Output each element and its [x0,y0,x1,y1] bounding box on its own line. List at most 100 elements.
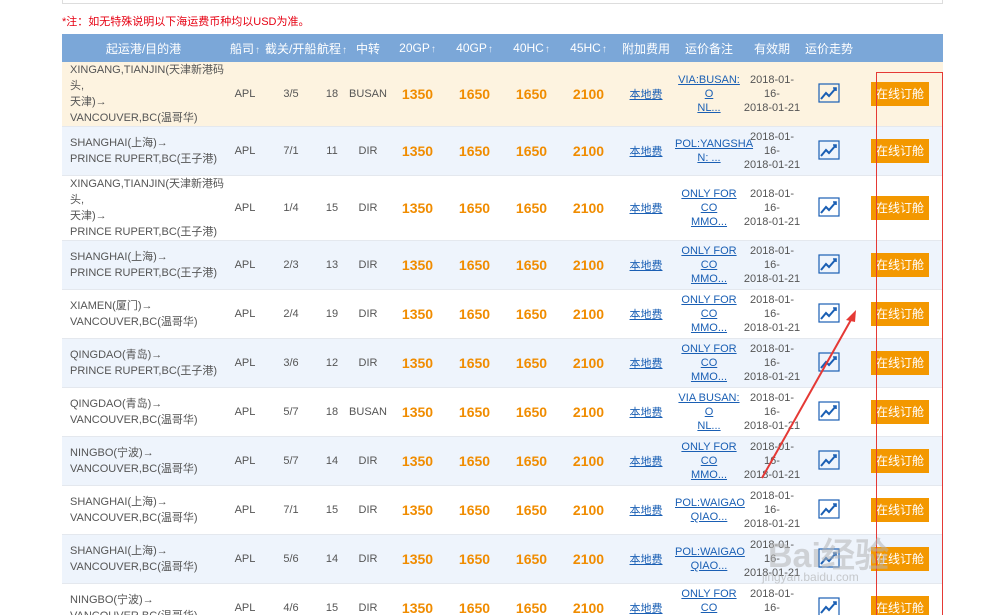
transit-cell: 18 [317,62,347,127]
trend-chart-icon[interactable] [818,82,840,103]
surcharge-cell: 本地费 [617,583,675,615]
price-40gp: 1650 [446,387,503,437]
surcharge-cell: 本地费 [617,126,675,176]
sort-arrow-icon: ↑ [342,44,348,56]
surcharge-cell: 本地费 [617,240,675,290]
book-cell: 在线订舱 [857,175,943,241]
cutoff-cell: 5/7 [265,387,317,437]
surcharge-cell: 本地费 [617,175,675,241]
remark-link[interactable]: POL:YANGSHA N: ... [675,138,753,164]
book-online-button[interactable]: 在线订舱 [871,302,929,326]
local-fee-link[interactable]: 本地费 [630,358,663,370]
trend-cell [801,126,857,176]
book-online-button[interactable]: 在线订舱 [871,351,929,375]
carrier-cell: APL [225,289,265,339]
price-45hc: 2100 [560,534,617,584]
carrier-cell: APL [225,126,265,176]
trend-chart-icon[interactable] [818,302,840,323]
local-fee-link[interactable]: 本地费 [630,260,663,272]
book-online-button[interactable]: 在线订舱 [871,253,929,277]
remark-cell: VIA:BUSAN: O NL... [675,62,743,127]
header-cutoff[interactable]: 截关/开船↑ [265,34,322,62]
sort-arrow-icon: ↑ [430,44,436,55]
remark-cell: POL:WAIGAO QIAO... [675,485,745,535]
table-header-row: 起运港/目的港 船司↑ 截关/开船↑ 航程↑ 中转 20GP↑ 40GP↑ 40… [62,34,943,62]
destination-port: PRINCE RUPERT,BC(王子港) [70,365,218,377]
remark-link[interactable]: POL:WAIGAO QIAO... [675,546,745,572]
remark-link[interactable]: ONLY FOR COMMO... [681,441,736,481]
local-fee-link[interactable]: 本地费 [630,603,663,615]
destination-port: VANCOUVER,BC(温哥华) [70,608,225,615]
origin-port: NINGBO(宁波)→ [70,447,154,459]
remark-link[interactable]: ONLY FOR COMMO... [681,245,736,285]
price-20gp: 1350 [389,436,446,486]
freight-rate-table: 起运港/目的港 船司↑ 截关/开船↑ 航程↑ 中转 20GP↑ 40GP↑ 40… [62,34,943,615]
transfer-cell: BUSAN [347,387,389,437]
trend-chart-icon[interactable] [818,449,840,470]
origin-port: SHANGHAI(上海)→ [70,137,168,149]
remark-cell: ONLY FOR COMMO... [675,338,743,388]
local-fee-link[interactable]: 本地费 [630,309,663,321]
local-fee-link[interactable]: 本地费 [630,407,663,419]
remark-link[interactable]: VIA:BUSAN: O NL... [678,74,740,114]
book-online-button[interactable]: 在线订舱 [871,449,929,473]
price-40gp: 1650 [446,62,503,127]
header-carrier[interactable]: 船司↑ [225,34,265,62]
trend-chart-icon[interactable] [818,253,840,274]
transfer-cell: DIR [347,583,389,615]
trend-cell [801,583,857,615]
remark-link[interactable]: POL:WAIGAO QIAO... [675,497,745,523]
book-cell: 在线订舱 [857,289,943,339]
trend-chart-icon[interactable] [818,400,840,421]
book-online-button[interactable]: 在线订舱 [871,196,929,220]
carrier-cell: APL [225,62,265,127]
sort-arrow-icon: ↑ [601,44,607,55]
remark-link[interactable]: VIA BUSAN: O NL... [678,392,739,432]
book-cell: 在线订舱 [857,436,943,486]
route-cell: SHANGHAI(上海)→ PRINCE RUPERT,BC(王子港) [62,126,225,176]
book-online-button[interactable]: 在线订舱 [871,596,929,615]
header-45hc[interactable]: 45HC↑ [560,34,617,62]
surcharge-cell: 本地费 [617,485,675,535]
local-fee-link[interactable]: 本地费 [630,146,663,158]
trend-cell [801,240,857,290]
destination-port: VANCOUVER,BC(温哥华) [70,512,198,524]
book-online-button[interactable]: 在线订舱 [871,82,929,106]
trend-chart-icon[interactable] [818,139,840,160]
price-40hc: 1650 [503,387,560,437]
trend-chart-icon[interactable] [818,196,840,217]
remark-link[interactable]: ONLY FOR COMMO... [681,343,736,383]
header-40gp[interactable]: 40GP↑ [446,34,503,62]
cutoff-cell: 4/6 [265,583,317,615]
destination-port: VANCOUVER,BC(温哥华) [70,463,198,475]
price-45hc: 2100 [560,583,617,615]
trend-chart-icon[interactable] [818,547,840,568]
transit-cell: 14 [317,534,347,584]
price-45hc: 2100 [560,126,617,176]
price-45hc: 2100 [560,289,617,339]
trend-cell [801,534,857,584]
local-fee-link[interactable]: 本地费 [630,89,663,101]
trend-cell [801,436,857,486]
book-online-button[interactable]: 在线订舱 [871,400,929,424]
local-fee-link[interactable]: 本地费 [630,505,663,517]
origin-port: XINGANG,TIANJIN(天津新港码头, [70,178,225,206]
trend-chart-icon[interactable] [818,596,840,615]
local-fee-link[interactable]: 本地费 [630,456,663,468]
local-fee-link[interactable]: 本地费 [630,203,663,215]
remark-link[interactable]: ONLY FOR COMMO... [681,294,736,334]
local-fee-link[interactable]: 本地费 [630,554,663,566]
book-online-button[interactable]: 在线订舱 [871,547,929,571]
transit-cell: 14 [317,436,347,486]
destination-port: VANCOUVER,BC(温哥华) [70,316,198,328]
header-40hc[interactable]: 40HC↑ [503,34,560,62]
remark-link[interactable]: ONLY FOR COMMO... [681,188,736,228]
header-20gp[interactable]: 20GP↑ [389,34,446,62]
remark-link[interactable]: ONLY FOR COMMO... [681,588,736,615]
trend-chart-icon[interactable] [818,498,840,519]
trend-chart-icon[interactable] [818,351,840,372]
book-online-button[interactable]: 在线订舱 [871,139,929,163]
price-40gp: 1650 [446,534,503,584]
header-transit[interactable]: 航程↑ [317,34,347,62]
book-online-button[interactable]: 在线订舱 [871,498,929,522]
